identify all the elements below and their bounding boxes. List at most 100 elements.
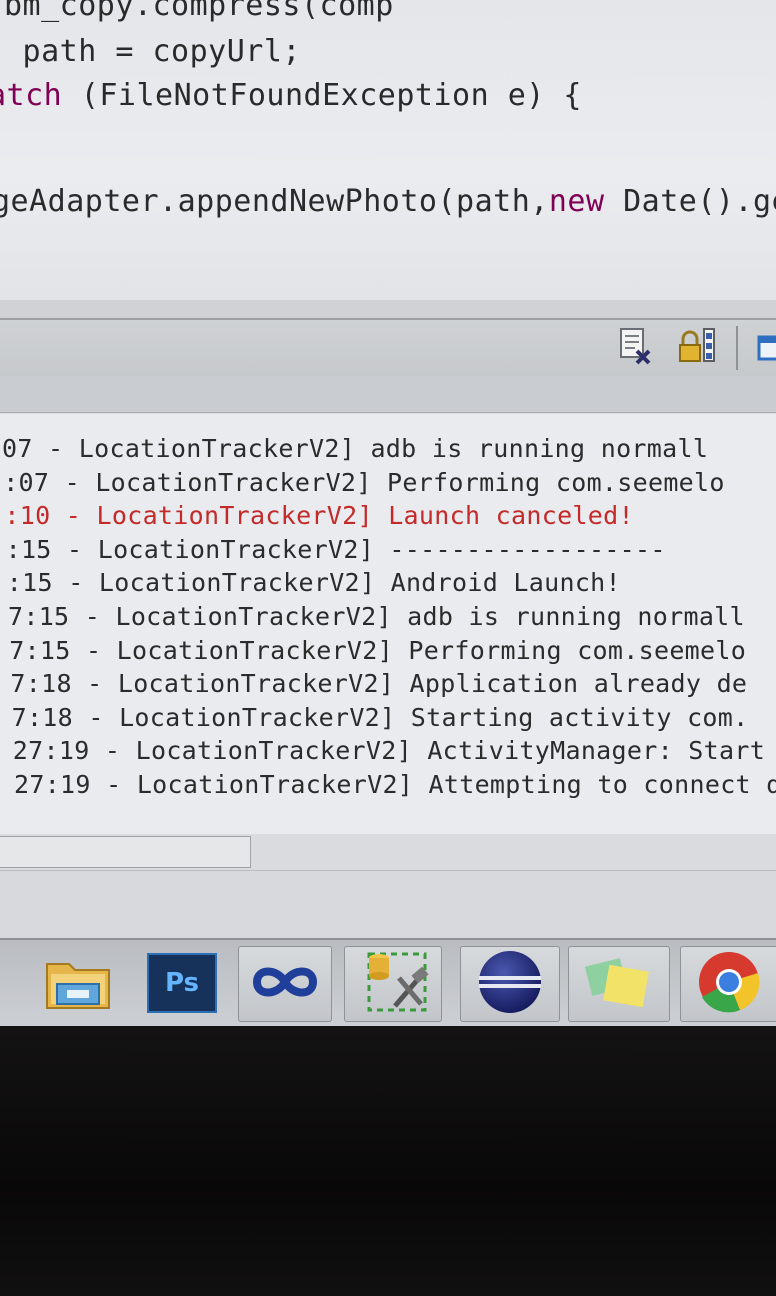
code-text: path = copyUrl; <box>4 34 301 69</box>
log-source: LocationTrackerV2] <box>117 669 395 699</box>
log-source: LocationTrackerV2] <box>98 568 376 598</box>
log-separator: - <box>90 770 137 799</box>
console-horizontal-scrollbar[interactable] <box>0 834 776 870</box>
log-source: LocationTrackerV2] <box>115 602 392 631</box>
taskbar-app-sticky-notes[interactable] <box>568 946 670 1022</box>
log-spacer <box>393 636 408 665</box>
log-message: Starting activity com. <box>410 702 749 732</box>
log-spacer <box>373 501 388 530</box>
monitor-bezel <box>0 1026 776 1296</box>
log-spacer <box>413 770 428 799</box>
console-description-bar <box>0 376 776 413</box>
log-source: LocationTrackerV2] <box>78 434 356 463</box>
console-output[interactable]: 07 - LocationTrackerV2] adb is running n… <box>0 414 776 838</box>
log-line: 07 - LocationTrackerV2] adb is running n… <box>2 434 708 463</box>
code-line: bm_copy.compress(comp <box>4 0 394 23</box>
log-message: ------------------ <box>389 534 666 564</box>
log-timestamp: 07 <box>2 434 33 463</box>
eclipse-icon <box>477 949 543 1019</box>
toolbar-separator <box>736 326 738 370</box>
log-timestamp: 27:19 <box>12 736 90 766</box>
log-spacer <box>412 736 427 765</box>
scroll-lock-icon <box>677 325 717 369</box>
log-separator: - <box>52 568 99 598</box>
log-separator: - <box>73 702 120 732</box>
log-separator: - <box>32 434 79 463</box>
scrollbar-thumb[interactable] <box>0 836 251 868</box>
code-line: path = copyUrl; <box>4 34 301 69</box>
log-timestamp: 7:18 <box>10 669 72 699</box>
code-keyword: new <box>548 184 605 219</box>
sticky-notes-icon <box>584 954 654 1014</box>
log-spacer <box>374 535 389 564</box>
log-spacer <box>395 703 410 732</box>
log-spacer <box>355 434 370 463</box>
taskbar-app-eclipse[interactable] <box>460 946 560 1022</box>
taskbar: Ps <box>0 938 776 1028</box>
code-line: geAdapter.appendNewPhoto(path,new Date()… <box>0 184 776 219</box>
editor-horizontal-scrollbar[interactable] <box>0 300 776 318</box>
log-separator: - <box>69 602 116 631</box>
pin-console-icon <box>749 325 776 369</box>
taskbar-app-chrome[interactable] <box>680 946 776 1022</box>
log-message: Performing com.seemelo <box>408 635 747 665</box>
photoshop-label: Ps <box>164 968 200 998</box>
log-source: LocationTrackerV2] <box>116 635 393 665</box>
code-text: bm_copy.compress(comp <box>4 0 394 23</box>
file-explorer-icon <box>43 950 113 1016</box>
clear-console-button[interactable] <box>614 326 656 368</box>
code-text: (FileNotFoundException e) { <box>62 78 582 113</box>
pin-console-button[interactable] <box>748 326 776 368</box>
console-view: 07 - LocationTrackerV2] adb is running n… <box>0 318 776 939</box>
log-timestamp: :10 <box>4 501 51 531</box>
log-separator: - <box>50 501 97 531</box>
visual-studio-icon <box>249 962 321 1006</box>
log-source: LocationTrackerV2] <box>97 534 375 564</box>
log-line: :15 - LocationTrackerV2] ---------------… <box>6 535 666 564</box>
log-line: 27:19 - LocationTrackerV2] Attempting to… <box>14 770 776 799</box>
log-timestamp: 7:18 <box>11 702 73 732</box>
photoshop-icon: Ps <box>147 953 217 1013</box>
log-spacer <box>394 669 409 698</box>
log-separator: - <box>71 669 118 699</box>
log-timestamp: :15 <box>5 534 52 564</box>
taskbar-app-build-tools[interactable] <box>344 946 442 1022</box>
log-message: ActivityManager: Start <box>427 736 766 766</box>
taskbar-app-file-explorer[interactable] <box>36 946 120 1020</box>
taskbar-app-visual-studio[interactable] <box>238 946 332 1022</box>
log-spacer <box>372 468 387 497</box>
chrome-icon <box>696 949 762 1019</box>
code-keyword: atch <box>0 78 63 113</box>
clear-console-icon <box>615 325 655 369</box>
log-spacer <box>375 568 390 597</box>
log-line: :15 - LocationTrackerV2] Android Launch! <box>7 568 621 597</box>
status-bar <box>0 870 776 939</box>
log-line: 27:19 - LocationTrackerV2] ActivityManag… <box>13 736 765 765</box>
code-text: Date().get <box>623 184 776 219</box>
log-message: Launch canceled! <box>388 501 634 531</box>
log-timestamp: :07 <box>3 467 50 497</box>
log-separator: - <box>70 635 117 665</box>
log-source: LocationTrackerV2] <box>119 702 396 732</box>
log-separator: - <box>49 467 96 497</box>
build-tools-icon <box>355 948 431 1020</box>
log-source: LocationTrackerV2] <box>95 467 372 497</box>
log-message: Android Launch! <box>390 568 621 598</box>
code-editor[interactable]: bm_copy.compress(comp path = copyUrl; atc… <box>0 0 776 318</box>
log-line: 7:15 - LocationTrackerV2] Performing com… <box>9 636 746 665</box>
log-message: Performing com.seemelo <box>387 467 725 497</box>
scroll-lock-button[interactable] <box>676 326 718 368</box>
log-timestamp: :15 <box>6 568 53 598</box>
log-message: Application already de <box>409 669 748 699</box>
code-line: atch (FileNotFoundException e) { <box>0 78 582 113</box>
log-spacer <box>392 602 407 631</box>
log-line: 7:18 - LocationTrackerV2] Application al… <box>10 669 747 698</box>
log-source: LocationTrackerV2] <box>96 501 373 531</box>
log-source: LocationTrackerV2] <box>135 736 412 766</box>
code-text: geAdapter.appendNewPhoto(path, <box>0 184 549 219</box>
log-line: 7:15 - LocationTrackerV2] adb is running… <box>8 602 745 631</box>
log-source: LocationTrackerV2] <box>136 770 414 799</box>
log-separator: - <box>89 736 136 766</box>
log-line: 7:18 - LocationTrackerV2] Starting activ… <box>12 703 749 732</box>
taskbar-app-photoshop[interactable]: Ps <box>146 946 218 1020</box>
